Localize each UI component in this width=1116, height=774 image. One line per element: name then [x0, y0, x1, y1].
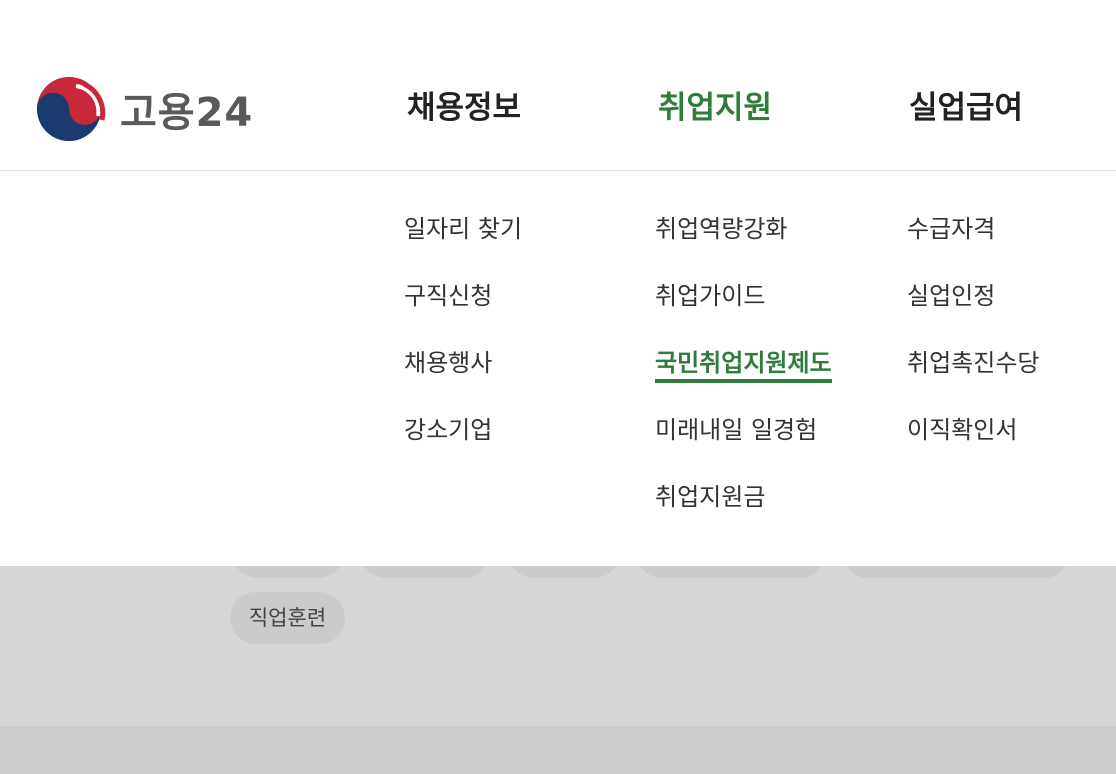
submenu-item-small-giant-companies[interactable]: 강소기업: [404, 412, 522, 479]
submenu-item-hiring-events[interactable]: 채용행사: [404, 345, 522, 412]
gnb-item-recruitment-info[interactable]: 채용정보: [407, 86, 521, 130]
submenu-employment-support: 취업역량강화 취업가이드 국민취업지원제도 미래내일 일경험 취업지원금: [655, 211, 832, 546]
submenu-item-separation-confirmation[interactable]: 이직확인서: [907, 412, 1039, 479]
submenu-item-employment-guide[interactable]: 취업가이드: [655, 278, 832, 345]
page: 고용24 채용정보 취업지원 실업급여 일자리 찾기 구직신청 채용행사 강소기…: [0, 0, 1116, 774]
submenu-item-unemployment-certification[interactable]: 실업인정: [907, 278, 1039, 345]
submenu-item-job-application[interactable]: 구직신청: [404, 278, 522, 345]
mega-menu-panel: 일자리 찾기 구직신청 채용행사 강소기업 취업역량강화 취업가이드 국민취업지…: [0, 171, 1116, 566]
submenu-item-employment-subsidy[interactable]: 취업지원금: [655, 479, 832, 546]
footer-band: [0, 726, 1116, 774]
submenu-unemployment-benefits: 수급자격 실업인정 취업촉진수당 이직확인서: [907, 211, 1039, 479]
submenu-item-reemployment-allowance[interactable]: 취업촉진수당: [907, 345, 1039, 412]
gnb-item-employment-support[interactable]: 취업지원: [658, 86, 772, 130]
tag-vocational-training[interactable]: 직업훈련: [230, 592, 345, 644]
submenu-item-label: 국민취업지원제도: [655, 349, 832, 383]
submenu-item-employability[interactable]: 취업역량강화: [655, 211, 832, 278]
dimmed-content-area: 직업훈련: [0, 526, 1116, 726]
submenu-item-eligibility[interactable]: 수급자격: [907, 211, 1039, 278]
gnb-item-unemployment-benefits[interactable]: 실업급여: [909, 86, 1023, 130]
submenu-item-work-experience[interactable]: 미래내일 일경험: [655, 412, 832, 479]
site-header: 고용24 채용정보 취업지원 실업급여: [0, 0, 1116, 171]
submenu-item-find-jobs[interactable]: 일자리 찾기: [404, 211, 522, 278]
submenu-recruitment-info: 일자리 찾기 구직신청 채용행사 강소기업: [404, 211, 522, 479]
global-nav: 채용정보 취업지원 실업급여: [0, 86, 1116, 130]
submenu-item-national-employment-support[interactable]: 국민취업지원제도: [655, 345, 832, 412]
